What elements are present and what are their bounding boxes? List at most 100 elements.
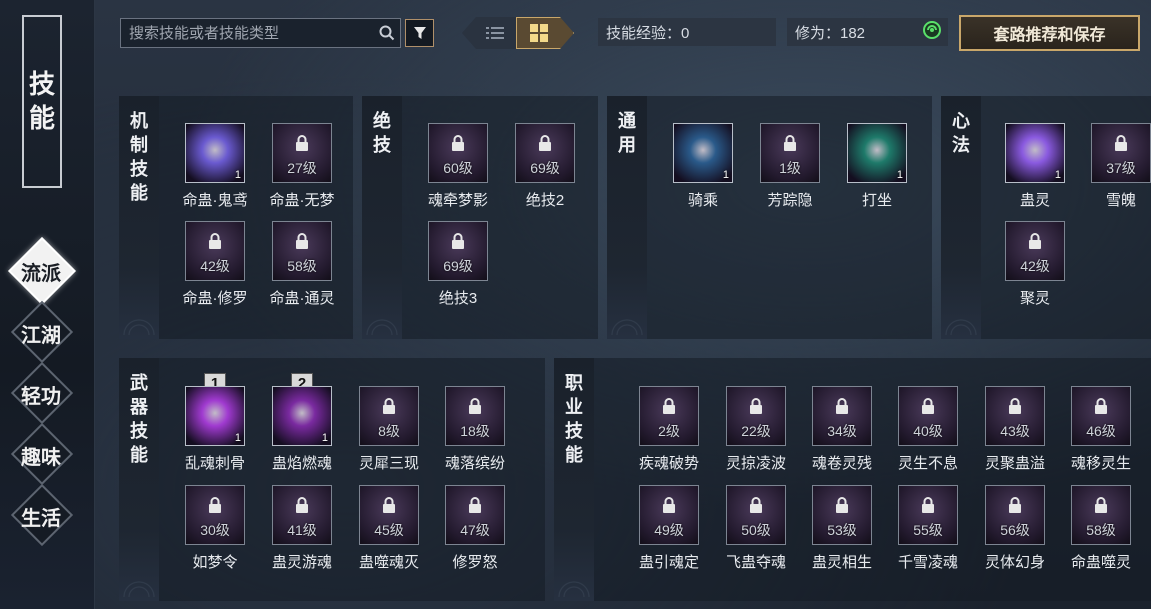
locked-skill-icon[interactable]: 22级 [726,386,786,446]
lock-icon [1008,398,1022,414]
locked-skill-icon[interactable]: 30级 [185,485,245,545]
skill-slot[interactable]: 47级 修罗怒 [435,485,515,581]
skill-slot[interactable]: 34级 魂卷灵残 [802,386,882,482]
skill-icon[interactable]: 1 [185,123,245,183]
skill-slot[interactable]: 55级 千雪凌魂 [888,485,968,581]
skill-slot[interactable]: 37级 雪魄 [1081,123,1151,219]
nav-item-jianghu[interactable]: 江湖 [10,300,74,364]
skill-slot[interactable]: 42级 聚灵 [995,221,1075,317]
nav-item-qinggong[interactable]: 轻功 [10,361,74,425]
locked-skill-icon[interactable]: 34级 [812,386,872,446]
skill-slot[interactable]: 1级 芳踪隐 [750,123,830,219]
locked-skill-icon[interactable]: 69级 [515,123,575,183]
skill-icon[interactable]: 1 [185,386,245,446]
locked-skill-icon[interactable]: 49级 [639,485,699,545]
locked-skill-icon[interactable]: 41级 [272,485,332,545]
skill-slot[interactable]: 30级 如梦令 [175,485,255,581]
label-char: 通 [618,111,636,132]
unlock-level: 46级 [1086,423,1116,439]
skill-slot[interactable]: 45级 蛊噬魂灭 [349,485,429,581]
nav-item-label: 江湖 [21,322,61,347]
skill-icon[interactable]: 1 [1005,123,1065,183]
locked-skill-icon[interactable]: 69级 [428,221,488,281]
locked-skill-icon[interactable]: 56级 [985,485,1045,545]
locked-skill-icon[interactable]: 50级 [726,485,786,545]
skill-slot[interactable]: 18级 魂落缤纷 [435,386,515,482]
locked-skill-icon[interactable]: 2级 [639,386,699,446]
skill-name: 蛊灵 [1019,192,1050,209]
locked-skill-icon[interactable]: 37级 [1091,123,1151,183]
lock-icon [835,398,849,414]
skill-slot[interactable]: 22级 灵掠凌波 [716,386,796,482]
locked-skill-icon[interactable]: 8级 [359,386,419,446]
nav-item-fun[interactable]: 趣味 [10,422,74,486]
section-label: 职 业 技 能 [554,358,594,601]
skill-slot[interactable]: 1 1 乱魂刺骨 [175,373,255,482]
skill-icon[interactable]: 1 [673,123,733,183]
lock-icon [662,398,676,414]
unlock-level: 58级 [1086,522,1116,538]
locked-skill-icon[interactable]: 47级 [445,485,505,545]
skill-slot[interactable]: 8级 灵犀三现 [349,386,429,482]
skill-slot[interactable]: 69级 绝技2 [505,123,585,219]
skill-slot[interactable]: 43级 灵聚蛊溢 [975,386,1055,482]
label-char: 法 [952,135,970,156]
recommend-save-button[interactable]: 套路推荐和保存 [959,15,1140,51]
wave-ornament [558,561,590,597]
search-input[interactable] [121,24,374,42]
unlock-level: 30级 [200,522,230,538]
locked-skill-icon[interactable]: 1级 [760,123,820,183]
locked-skill-icon[interactable]: 42级 [1005,221,1065,281]
locked-skill-icon[interactable]: 45级 [359,485,419,545]
section-label: 绝 技 [362,96,402,339]
skill-slot[interactable]: 53级 蛊灵相生 [802,485,882,581]
locked-skill-icon[interactable]: 58级 [1071,485,1131,545]
lock-icon [1028,233,1042,249]
skill-name: 灵体幻身 [984,554,1045,571]
cultivation-icon[interactable] [922,20,942,44]
skill-slot[interactable]: 27级 命蛊·无梦 [262,123,342,219]
lock-icon [208,497,222,513]
skill-exp-text: 技能经验：0 [606,24,690,42]
filter-button[interactable] [405,19,434,47]
list-view-button[interactable] [462,17,518,49]
locked-skill-icon[interactable]: 18级 [445,386,505,446]
skill-slot[interactable]: 1 打坐 [837,123,917,219]
skill-slot[interactable]: 1 命蛊·鬼鸢 [175,123,255,219]
grid-view-button[interactable] [516,17,574,49]
skill-slot[interactable]: 58级 命蛊·通灵 [262,221,342,317]
locked-skill-icon[interactable]: 46级 [1071,386,1131,446]
skill-slot[interactable]: 50级 飞蛊夺魂 [716,485,796,581]
skill-slot[interactable]: 40级 灵生不息 [888,386,968,482]
skill-slot[interactable]: 41级 蛊灵游魂 [262,485,342,581]
skill-icon[interactable]: 1 [272,386,332,446]
skill-count: 1 [1054,169,1061,181]
skill-slot[interactable]: 42级 命蛊·修罗 [175,221,255,317]
nav-item-label: 趣味 [21,444,61,469]
locked-skill-icon[interactable]: 60级 [428,123,488,183]
locked-skill-icon[interactable]: 40级 [898,386,958,446]
skill-icon[interactable]: 1 [847,123,907,183]
nav-item-school[interactable]: 流派 [8,237,76,305]
skill-slot[interactable]: 56级灵体幻身 [975,485,1055,581]
locked-skill-icon[interactable]: 43级 [985,386,1045,446]
nav-item-life[interactable]: 生活 [10,483,74,547]
skill-slot[interactable]: 2级 疾魂破势 [629,386,709,482]
locked-skill-icon[interactable]: 58级 [272,221,332,281]
locked-skill-icon[interactable]: 27级 [272,123,332,183]
search-icon[interactable] [374,19,400,47]
section-label: 机 制 技 能 [119,96,159,339]
skill-slot[interactable]: 1 蛊灵 [995,123,1075,219]
skill-slot[interactable]: 2 1 蛊焰燃魂 [262,373,342,482]
skill-slot[interactable]: 1 骑乘 [663,123,743,219]
skill-slot[interactable]: 60级 魂牵梦影 [418,123,498,219]
skill-slot[interactable]: 58级 命蛊噬灵 [1061,485,1141,581]
locked-skill-icon[interactable]: 53级 [812,485,872,545]
locked-skill-icon[interactable]: 55级 [898,485,958,545]
label-char: 绝 [373,111,391,132]
skill-slot[interactable]: 49级 蛊引魂定 [629,485,709,581]
skill-slot[interactable]: 46级 魂移灵生 [1061,386,1141,482]
skill-slot[interactable]: 69级 绝技3 [418,221,498,317]
wave-ornament [123,561,155,597]
locked-skill-icon[interactable]: 42级 [185,221,245,281]
